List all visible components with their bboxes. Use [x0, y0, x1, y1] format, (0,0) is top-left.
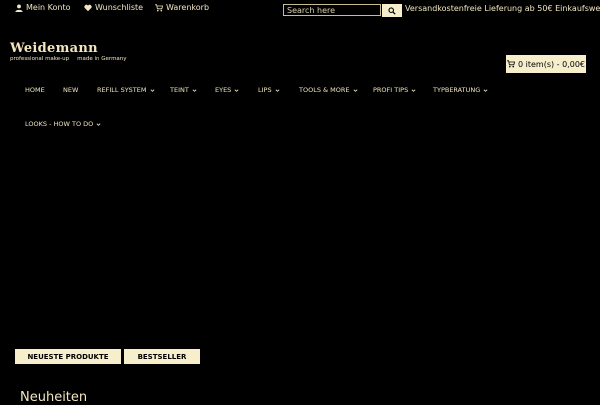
- logo-name: Weidemann: [10, 41, 98, 56]
- nav-item-label: NEW: [63, 86, 79, 94]
- chevron-down-icon: [96, 122, 101, 126]
- nav-item-label: TOOLS & MORE: [299, 86, 350, 94]
- nav-item-label: TYPBERATUNG: [433, 86, 481, 94]
- chevron-down-icon: [411, 88, 416, 92]
- chevron-down-icon: [150, 88, 154, 92]
- shipping-notice: Versandkostenfreie Lieferung ab 50€ Eink…: [405, 4, 600, 13]
- cart-icon: [155, 3, 163, 11]
- logo-tagline-right: made in Germany: [77, 56, 127, 62]
- nav-item-home[interactable]: HOME: [25, 86, 45, 94]
- wishlist-link[interactable]: Wunschliste: [84, 3, 143, 12]
- heart-icon: [84, 4, 92, 11]
- nav-item-label: LIPS: [258, 86, 272, 94]
- nav-item-typberatung[interactable]: TYPBERATUNG: [433, 86, 488, 94]
- logo[interactable]: Weidemann professional make-up made in Ge…: [10, 42, 135, 62]
- nav-item-refill-system[interactable]: REFILL SYSTEM: [97, 86, 155, 94]
- nav-item-label: LOOKS - HOW TO DO: [25, 120, 94, 128]
- nav-item-new[interactable]: NEW: [63, 86, 78, 94]
- section-title: Neuheiten: [20, 390, 88, 405]
- user-icon: [15, 3, 23, 12]
- nav-item-label: TEINT: [170, 86, 189, 94]
- tab-newest-products[interactable]: NEUESTE PRODUKTE: [15, 349, 121, 364]
- logo-tagline-left: professional make-up: [10, 56, 70, 62]
- nav-item-label: EYES: [215, 86, 232, 94]
- chevron-down-icon: [275, 88, 280, 92]
- nav-item-label: HOME: [25, 86, 45, 94]
- nav-item-label: REFILL SYSTEM: [97, 86, 147, 94]
- header-cart-button[interactable]: 0 item(s) - 0,00€: [506, 55, 586, 73]
- account-link[interactable]: Mein Konto: [15, 3, 71, 12]
- cart-link[interactable]: Warenkorb: [155, 3, 209, 12]
- tab-bestseller[interactable]: BESTSELLER: [124, 349, 200, 364]
- cart-icon: [507, 60, 515, 68]
- chevron-down-icon: [483, 88, 488, 92]
- top-bar: Mein Konto Wunschliste Warenkorb Versand…: [0, 0, 600, 18]
- chevron-down-icon: [353, 88, 357, 92]
- chevron-down-icon: [192, 88, 197, 92]
- wishlist-label: Wunschliste: [95, 3, 144, 12]
- header-cart-label: 0 item(s) - 0,00€: [518, 59, 585, 69]
- chevron-down-icon: [234, 88, 239, 92]
- nav-item-label: PROFI TIPS: [373, 86, 409, 94]
- nav-item-tools-more[interactable]: TOOLS & MORE: [299, 86, 358, 94]
- nav-item-profi-tips[interactable]: PROFI TIPS: [373, 86, 416, 94]
- logo-tagline: professional make-up made in Germany: [10, 56, 135, 62]
- nav-item-lips[interactable]: LIPS: [258, 86, 280, 94]
- nav-item-eyes[interactable]: EYES: [215, 86, 239, 94]
- search-button[interactable]: [382, 4, 402, 17]
- cart-label: Warenkorb: [166, 3, 210, 12]
- nav-item-looks-how-to-do[interactable]: LOOKS - HOW TO DO: [25, 120, 101, 128]
- account-label: Mein Konto: [26, 3, 71, 12]
- search-input[interactable]: [283, 4, 381, 16]
- nav-item-teint[interactable]: TEINT: [170, 86, 197, 94]
- search-icon: [388, 6, 396, 15]
